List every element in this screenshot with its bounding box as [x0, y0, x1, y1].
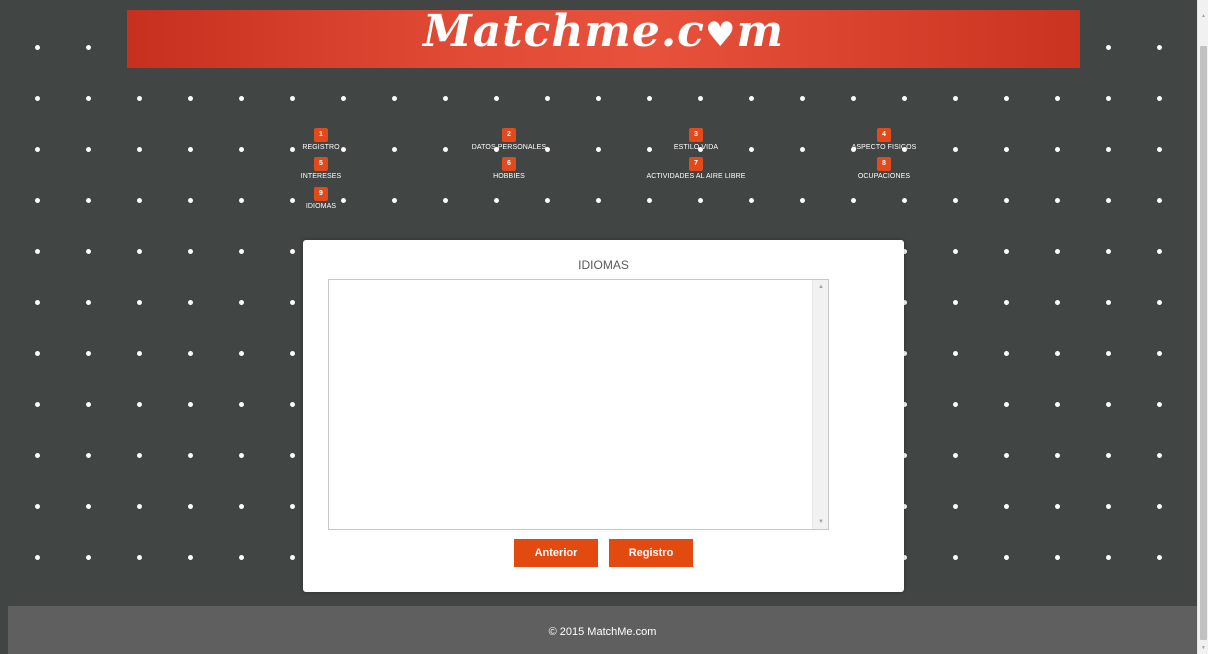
register-button[interactable]: Registro — [609, 539, 693, 567]
step-hobbies[interactable]: 6 HOBBIES — [439, 157, 579, 180]
textarea-scrollbar[interactable]: ▲ ▼ — [812, 280, 828, 529]
idiomas-panel: IDIOMAS ▲ ▼ Anterior Registro — [303, 240, 904, 592]
step-label: IDIOMAS — [305, 203, 337, 210]
scroll-down-arrow-icon[interactable]: ▼ — [813, 515, 829, 529]
page-scroll-down-icon[interactable]: ▼ — [1198, 642, 1208, 654]
step-number-badge: 7 — [689, 157, 703, 171]
step-number-badge: 4 — [877, 128, 891, 142]
step-datos-personales[interactable]: 2 DATOS PERSONALES — [439, 128, 579, 151]
step-number-badge: 3 — [689, 128, 703, 142]
page-scroll-up-icon[interactable]: ▲ — [1198, 10, 1208, 22]
step-registro[interactable]: 1 REGISTRO — [251, 128, 391, 151]
scroll-up-arrow-icon[interactable]: ▲ — [813, 280, 829, 294]
panel-title: IDIOMAS — [578, 258, 629, 272]
page-scroll-thumb[interactable] — [1200, 46, 1207, 640]
step-estilo-vida[interactable]: 3 ESTILO VIDA — [626, 128, 766, 151]
step-label: DATOS PERSONALES — [471, 144, 547, 151]
step-number-badge: 1 — [314, 128, 328, 142]
step-label: ESTILO VIDA — [673, 144, 719, 151]
step-number-badge: 8 — [877, 157, 891, 171]
step-actividades-al-aire-libre[interactable]: 7 ACTIVIDADES AL AIRE LIBRE — [626, 157, 766, 180]
registration-steps: 1 REGISTRO 2 DATOS PERSONALES 3 ESTILO V… — [0, 0, 1208, 230]
step-aspecto-fisicos[interactable]: 4 ASPECTO FISICOS — [814, 128, 954, 151]
copyright-text: © 2015 MatchMe.com — [548, 626, 657, 638]
step-number-badge: 9 — [314, 187, 328, 201]
step-label: HOBBIES — [493, 173, 525, 180]
step-label: ASPECTO FISICOS — [851, 144, 917, 151]
step-number-badge: 2 — [502, 128, 516, 142]
page-scrollbar[interactable]: ▲ ▼ — [1197, 0, 1208, 654]
step-number-badge: 6 — [502, 157, 516, 171]
step-label: REGISTRO — [302, 144, 340, 151]
step-intereses[interactable]: 5 INTERESES — [251, 157, 391, 180]
step-label: INTERESES — [300, 173, 342, 180]
site-footer: © 2015 MatchMe.com — [8, 606, 1197, 654]
previous-button[interactable]: Anterior — [514, 539, 598, 567]
step-ocupaciones[interactable]: 8 OCUPACIONES — [814, 157, 954, 180]
idiomas-textarea-container: ▲ ▼ — [328, 279, 829, 530]
step-number-badge: 5 — [314, 157, 328, 171]
step-label: OCUPACIONES — [857, 173, 911, 180]
step-label: ACTIVIDADES AL AIRE LIBRE — [646, 173, 746, 180]
step-idiomas[interactable]: 9 IDIOMAS — [251, 187, 391, 210]
idiomas-textarea[interactable] — [329, 280, 813, 529]
